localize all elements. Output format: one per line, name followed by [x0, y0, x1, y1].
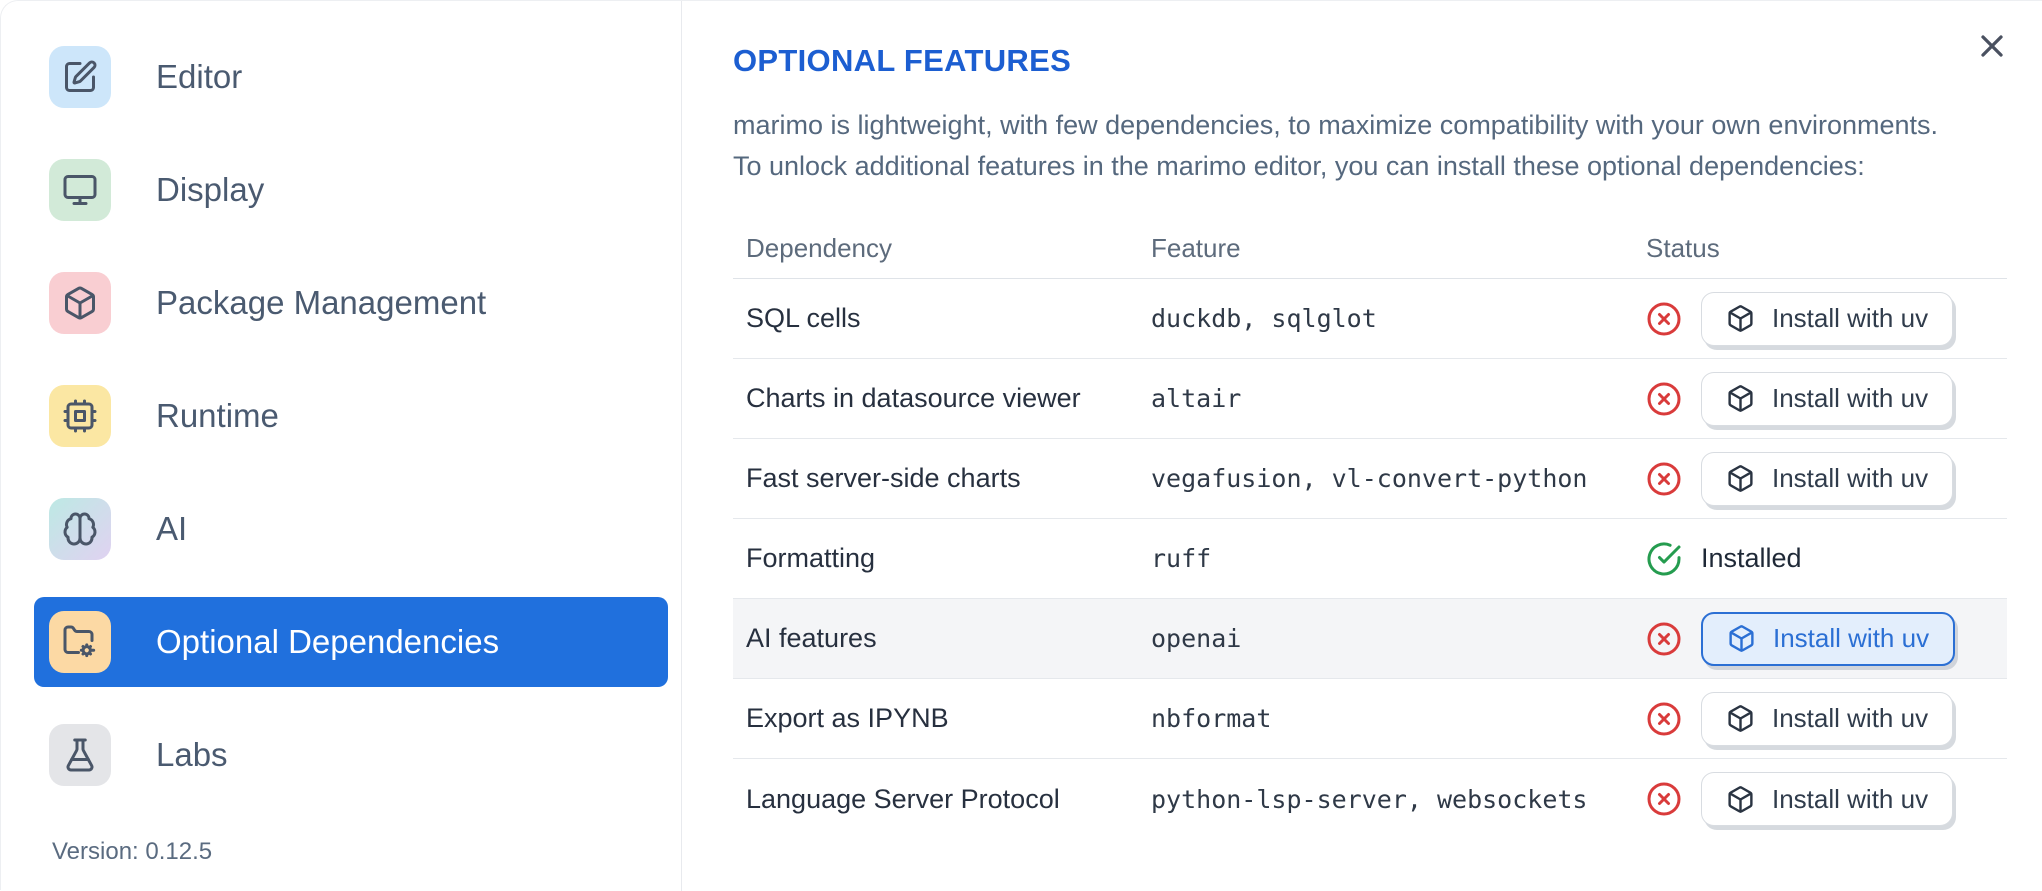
dependencies-table: Dependency Feature Status SQL cells duck…	[733, 219, 2007, 839]
sidebar-item-labs[interactable]: Labs	[34, 710, 668, 800]
install-button-label: Install with uv	[1773, 623, 1930, 653]
sidebar-item-ai[interactable]: AI	[34, 484, 668, 574]
install-with-uv-button[interactable]: Install with uv	[1701, 371, 1954, 426]
version-label: Version: 0.12.5	[52, 838, 213, 865]
sidebar-nav: Editor Display Package Management Runtim…	[1, 1, 682, 891]
status-cell: Install with uv	[1646, 291, 2007, 346]
install-button-label: Install with uv	[1772, 303, 1929, 333]
circle-x-icon	[1646, 461, 1682, 497]
circle-x-icon	[1646, 301, 1682, 337]
sidebar-item-editor[interactable]: Editor	[34, 32, 668, 122]
feature-cell: nbformat	[1151, 704, 1272, 733]
status-cell: Install with uv	[1646, 611, 2007, 666]
description-line-2: To unlock additional features in the mar…	[733, 151, 1865, 181]
sidebar-item-package-management[interactable]: Package Management	[34, 258, 668, 348]
check-circle-icon	[1646, 541, 1682, 577]
install-with-uv-button[interactable]: Install with uv	[1701, 691, 1954, 746]
close-button[interactable]	[1970, 25, 2014, 69]
description: marimo is lightweight, with few dependen…	[733, 105, 2005, 187]
install-button-label: Install with uv	[1772, 783, 1929, 814]
dependency-cell: SQL cells	[746, 303, 861, 333]
package-icon	[1726, 304, 1755, 333]
feature-cell: vegafusion, vl-convert-python	[1151, 464, 1588, 493]
table-row: Fast server-side charts vegafusion, vl-c…	[733, 439, 2007, 519]
dependency-cell: Language Server Protocol	[746, 783, 1060, 814]
status-cell: Install with uv	[1646, 772, 2007, 826]
feature-cell: duckdb, sqlglot	[1151, 304, 1377, 333]
circle-x-icon	[1646, 701, 1682, 737]
dependency-cell: Formatting	[746, 543, 876, 573]
sidebar-item-display[interactable]: Display	[34, 145, 668, 235]
table-row: AI features openai Install with uv	[733, 599, 2007, 679]
dependency-cell: Export as IPYNB	[746, 703, 949, 733]
table-row: Language Server Protocol python-lsp-serv…	[733, 759, 2007, 839]
install-button-label: Install with uv	[1772, 383, 1929, 413]
column-header-feature: Feature	[1151, 233, 1241, 263]
install-with-uv-button[interactable]: Install with uv	[1701, 291, 1954, 346]
feature-cell: ruff	[1151, 544, 1212, 573]
dependency-cell: Fast server-side charts	[746, 463, 1021, 493]
sidebar-item-runtime[interactable]: Runtime	[34, 371, 668, 461]
install-button-label: Install with uv	[1772, 463, 1929, 493]
table-row: SQL cells duckdb, sqlglot Install with u…	[733, 279, 2007, 359]
install-with-uv-button[interactable]: Install with uv	[1701, 611, 1956, 666]
circle-x-icon	[1646, 381, 1682, 417]
column-header-status: Status	[1646, 233, 1720, 263]
status-cell: Installed	[1646, 541, 2007, 577]
folder-cog-icon	[49, 611, 111, 673]
install-with-uv-button[interactable]: Install with uv	[1701, 451, 1954, 506]
status-cell: Install with uv	[1646, 451, 2007, 506]
main-panel: OPTIONAL FEATURES marimo is lightweight,…	[683, 1, 2042, 890]
edit-icon	[49, 46, 111, 108]
install-with-uv-button[interactable]: Install with uv	[1701, 772, 1954, 826]
dependency-cell: AI features	[746, 623, 877, 653]
circle-x-icon	[1646, 621, 1682, 657]
settings-dialog: Editor Display Package Management Runtim…	[0, 0, 2042, 891]
page-title: OPTIONAL FEATURES	[733, 43, 1072, 78]
installed-label: Installed	[1701, 543, 1802, 573]
table-body: SQL cells duckdb, sqlglot Install with u…	[733, 279, 2007, 839]
monitor-icon	[49, 159, 111, 221]
dependency-cell: Charts in datasource viewer	[746, 383, 1081, 413]
x-icon	[1974, 34, 2010, 67]
feature-cell: altair	[1151, 384, 1242, 413]
status-cell: Install with uv	[1646, 691, 2007, 746]
package-icon	[1726, 785, 1755, 814]
status-cell: Install with uv	[1646, 371, 2007, 426]
package-icon	[1727, 624, 1756, 653]
package-icon	[1726, 464, 1755, 493]
feature-cell: openai	[1151, 624, 1242, 653]
feature-cell: python-lsp-server, websockets	[1151, 784, 1588, 814]
table-row: Charts in datasource viewer altair Insta…	[733, 359, 2007, 439]
install-button-label: Install with uv	[1772, 703, 1929, 733]
table-header: Dependency Feature Status	[733, 219, 2007, 279]
sidebar-item-optional-dependencies[interactable]: Optional Dependencies	[34, 597, 668, 687]
package-icon	[1726, 384, 1755, 413]
table-row: Export as IPYNB nbformat Install with uv	[733, 679, 2007, 759]
cpu-icon	[49, 385, 111, 447]
circle-x-icon	[1646, 781, 1682, 817]
description-line-1: marimo is lightweight, with few dependen…	[733, 110, 1939, 140]
column-header-dependency: Dependency	[746, 233, 892, 263]
flask-icon	[49, 724, 111, 786]
table-row: Formatting ruff Installed	[733, 519, 2007, 599]
package-icon	[49, 272, 111, 334]
package-icon	[1726, 704, 1755, 733]
brain-icon	[49, 498, 111, 560]
